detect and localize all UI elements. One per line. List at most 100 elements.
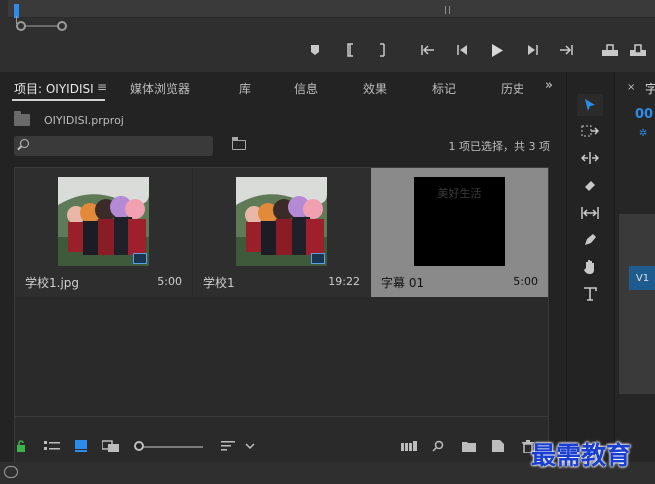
track-select-tool[interactable] — [577, 120, 603, 142]
item-grid-empty-area[interactable] — [14, 297, 549, 417]
title-caption: 美好生活 — [437, 187, 482, 200]
sort-dropdown[interactable] — [245, 439, 255, 453]
tab-markers[interactable]: 标记 — [432, 80, 456, 97]
item-thumbnail: 美好生活 — [414, 177, 505, 266]
arrow-icon — [585, 99, 595, 111]
mark-out-button[interactable] — [373, 40, 393, 60]
step-forward-button[interactable] — [523, 40, 543, 60]
item-duration: 19:22 — [328, 275, 360, 288]
list-view-icon — [44, 441, 60, 450]
insert-icon — [602, 43, 618, 56]
mark-in-button[interactable] — [340, 40, 360, 60]
timeline-panel: × 字 00 ✲ V1 — [614, 72, 655, 462]
snap-icon[interactable]: ✲ — [639, 128, 647, 139]
project-file-row: OIYIDISI.prproj — [14, 111, 124, 128]
pen-icon — [585, 234, 596, 245]
project-panel-footer — [0, 432, 563, 462]
hand-tool[interactable] — [577, 256, 603, 278]
automate-to-sequence-button[interactable] — [401, 439, 417, 453]
find-button[interactable] — [432, 439, 444, 453]
chevron-down-icon — [245, 443, 255, 450]
tab-history[interactable]: 历史 — [501, 80, 523, 97]
creative-cloud-icon[interactable] — [4, 466, 18, 478]
play-button[interactable] — [487, 40, 507, 60]
panel-menu-icon[interactable]: ≡ — [97, 80, 107, 94]
overwrite-icon — [630, 43, 646, 56]
magnifier-icon — [432, 440, 444, 452]
ruler-marker-icon — [445, 6, 450, 14]
automate-icon — [401, 441, 417, 451]
project-item[interactable]: 学校1 19:22 — [193, 168, 370, 297]
out-point-handle[interactable] — [57, 21, 67, 31]
project-item-selected[interactable]: 美好生活 字幕 01 5:00 — [371, 168, 548, 297]
list-view-button[interactable] — [44, 439, 60, 453]
timeline-timecode[interactable]: 00 — [635, 107, 653, 122]
step-back-icon — [457, 45, 467, 55]
selection-tool[interactable] — [577, 94, 603, 116]
tab-libraries[interactable]: 库 — [239, 80, 251, 97]
still-image-badge-icon — [133, 253, 147, 264]
close-icon[interactable]: × — [627, 82, 635, 93]
zoom-slider-track[interactable] — [143, 446, 203, 448]
tab-info[interactable]: 信息 — [294, 80, 318, 97]
time-ruler[interactable] — [8, 0, 655, 18]
source-monitor-controls — [0, 0, 655, 72]
search-input[interactable] — [36, 136, 206, 156]
zoom-slider-handle[interactable] — [134, 441, 144, 451]
project-item[interactable]: 学校1.jpg 5:00 — [15, 168, 192, 297]
selection-status: 1 项已选择，共 3 项 — [448, 140, 551, 153]
tab-effects[interactable]: 效果 — [363, 80, 387, 97]
freeform-view-icon — [102, 440, 119, 452]
active-tab-underline — [12, 99, 105, 101]
go-to-in-button[interactable] — [418, 40, 438, 60]
item-name: 字幕 01 — [381, 276, 425, 290]
ripple-edit-icon — [581, 152, 599, 164]
slip-icon — [581, 207, 599, 219]
ripple-edit-tool[interactable] — [577, 147, 603, 169]
search-icon — [20, 139, 29, 148]
project-panel: 项目: OIYIDISI ≡ 媒体浏览器 库 信息 效果 标记 历史 » OIY… — [0, 72, 563, 484]
timeline-tab-title[interactable]: 字 — [645, 80, 655, 97]
in-point-handle[interactable] — [16, 21, 26, 31]
add-marker-button[interactable] — [305, 40, 325, 60]
freeform-view-button[interactable] — [102, 439, 120, 453]
step-back-button[interactable] — [452, 40, 472, 60]
tools-panel — [566, 72, 614, 462]
hand-icon — [584, 260, 594, 274]
type-icon — [584, 287, 597, 301]
watermark-logo: 最需教育 — [531, 441, 632, 470]
play-icon — [492, 43, 503, 57]
project-file-name: OIYIDISI.prproj — [44, 113, 124, 127]
go-to-in-icon — [421, 45, 434, 55]
lock-button[interactable] — [16, 439, 26, 453]
overwrite-button[interactable] — [628, 40, 648, 60]
step-forward-icon — [528, 45, 538, 55]
tabs-overflow-icon[interactable]: » — [545, 78, 553, 93]
sort-icon — [221, 441, 235, 451]
new-bin-button[interactable] — [462, 439, 476, 453]
insert-button[interactable] — [600, 40, 620, 60]
unlock-icon — [17, 440, 25, 452]
icon-view-button[interactable] — [75, 439, 87, 453]
timeline-track-area[interactable] — [619, 214, 655, 394]
item-duration: 5:00 — [157, 275, 182, 288]
search-box — [14, 136, 213, 156]
tab-media-browser[interactable]: 媒体浏览器 — [130, 80, 190, 97]
item-duration: 5:00 — [513, 275, 538, 288]
panel-tab-bar: 项目: OIYIDISI ≡ 媒体浏览器 库 信息 效果 标记 历史 » — [0, 72, 563, 102]
sort-button[interactable] — [221, 439, 235, 453]
type-tool[interactable] — [577, 283, 603, 305]
razor-tool[interactable] — [577, 175, 603, 197]
go-to-out-icon — [560, 45, 573, 55]
new-search-bin-icon[interactable] — [232, 137, 246, 150]
go-to-out-button[interactable] — [556, 40, 576, 60]
tab-project[interactable]: 项目: OIYIDISI — [14, 80, 94, 97]
pen-tool[interactable] — [577, 229, 603, 251]
track-target-v1[interactable]: V1 — [629, 266, 655, 290]
mark-out-icon — [380, 43, 385, 57]
slip-tool[interactable] — [577, 202, 603, 224]
new-item-button[interactable] — [492, 439, 504, 453]
new-item-icon — [492, 440, 504, 452]
sequence-badge-icon — [311, 253, 325, 264]
item-thumbnail — [58, 177, 149, 266]
